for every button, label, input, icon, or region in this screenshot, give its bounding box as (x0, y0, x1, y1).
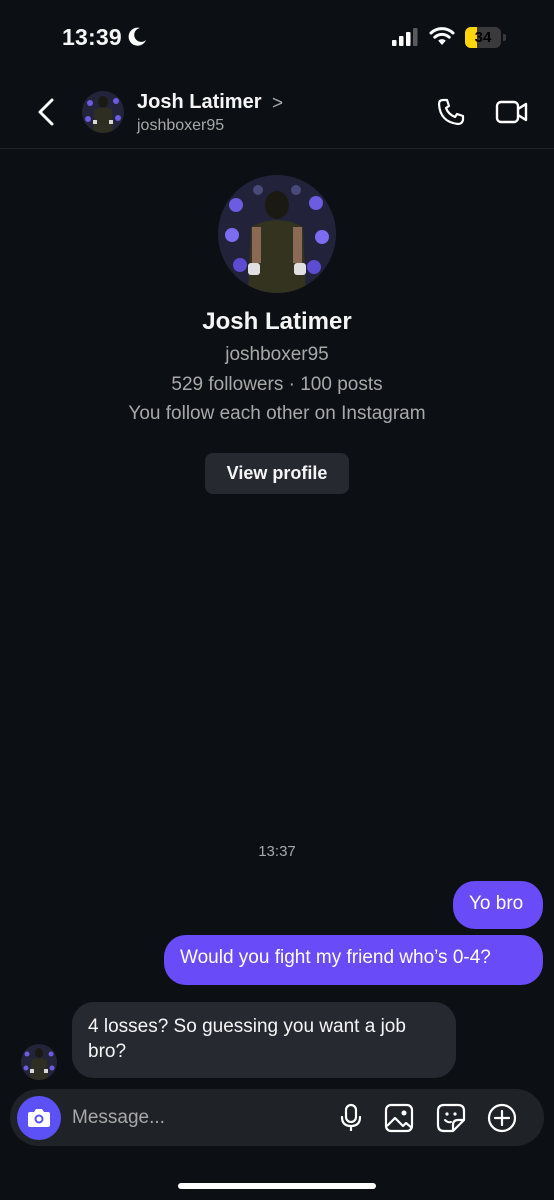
message-input[interactable] (72, 1103, 312, 1133)
boxer-photo-icon (82, 91, 124, 133)
video-camera-icon[interactable] (495, 97, 529, 127)
profile-username: joshboxer95 (225, 344, 329, 365)
status-time: 13:39 (62, 24, 122, 50)
view-profile-button[interactable]: View profile (205, 453, 349, 494)
profile-avatar[interactable] (218, 175, 336, 293)
home-indicator[interactable] (178, 1183, 376, 1189)
header-chevron-icon[interactable]: > (272, 93, 283, 115)
message-timestamp: 13:37 (258, 843, 296, 860)
battery-icon: 34 (465, 27, 507, 48)
message-bubble-outgoing[interactable]: Yo bro (453, 881, 543, 929)
gallery-icon[interactable] (384, 1103, 414, 1133)
profile-relationship: You follow each other on Instagram (128, 403, 426, 424)
boxer-photo-icon (21, 1044, 57, 1080)
camera-icon (28, 1109, 50, 1127)
battery-level: 34 (474, 29, 492, 46)
message-bubble-outgoing[interactable]: Would you fight my friend who’s 0-4? (164, 935, 543, 985)
camera-button[interactable] (17, 1096, 61, 1140)
profile-name: Josh Latimer (202, 308, 352, 335)
sender-avatar[interactable] (21, 1044, 57, 1080)
profile-stats: 529 followers · 100 posts (171, 374, 383, 395)
microphone-icon[interactable] (336, 1103, 366, 1133)
message-bubble-incoming[interactable]: 4 losses? So guessing you want a job bro… (72, 1002, 456, 1078)
signal-icon (392, 28, 418, 46)
header-name[interactable]: Josh Latimer (137, 91, 261, 114)
wifi-icon (429, 27, 455, 45)
boxer-photo-icon (218, 175, 336, 293)
header-avatar[interactable] (82, 91, 124, 133)
header-username[interactable]: joshboxer95 (137, 117, 224, 135)
phone-icon[interactable] (436, 97, 466, 127)
sticker-icon[interactable] (436, 1103, 466, 1133)
moon-icon (128, 27, 146, 46)
header-divider (0, 148, 554, 149)
plus-icon[interactable] (487, 1103, 517, 1133)
back-chevron-icon[interactable] (34, 96, 58, 128)
